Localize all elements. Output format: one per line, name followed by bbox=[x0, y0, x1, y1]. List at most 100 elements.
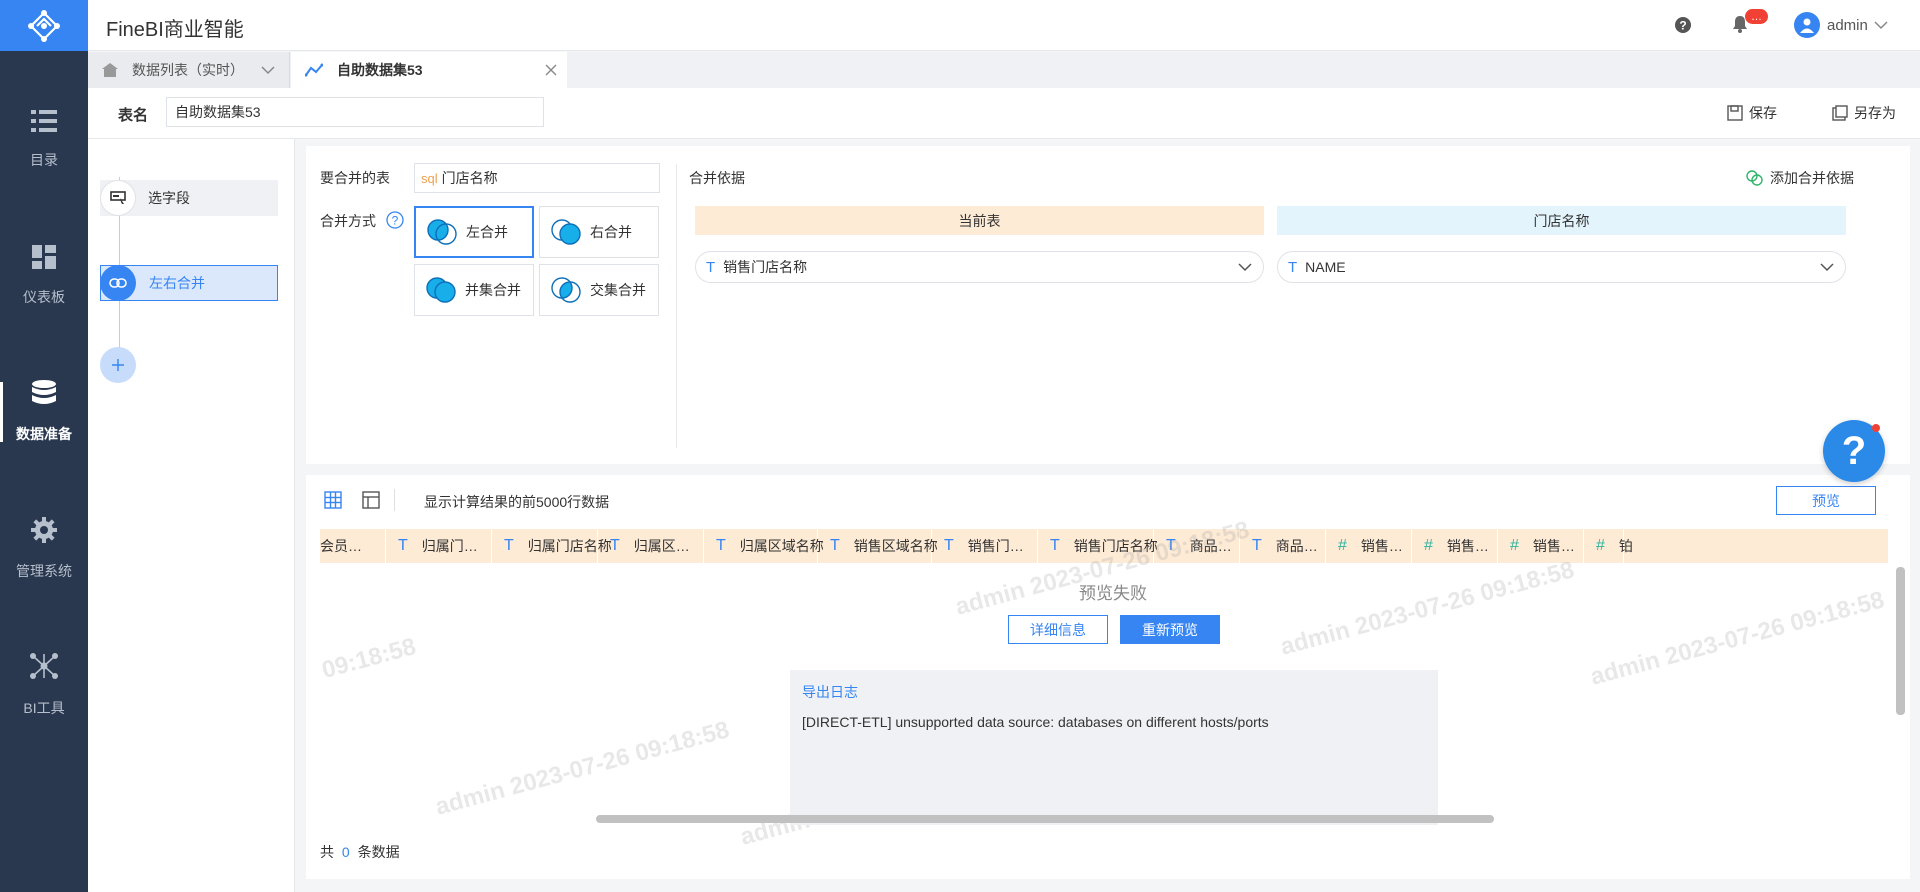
column-header[interactable]: T 商品… bbox=[1240, 529, 1326, 563]
mode-right-merge[interactable]: 右合并 bbox=[539, 206, 659, 258]
text-type-icon: T bbox=[1252, 537, 1262, 554]
merge-link-icon bbox=[100, 265, 136, 301]
layout-view-icon[interactable] bbox=[362, 491, 380, 513]
avatar[interactable] bbox=[1794, 12, 1820, 38]
column-header[interactable]: # 销售… bbox=[1326, 529, 1412, 563]
text-type-icon: T bbox=[398, 537, 408, 554]
merge-table-value: 门店名称 bbox=[441, 170, 498, 186]
detail-info-button[interactable]: 详细信息 bbox=[1008, 615, 1108, 644]
column-header[interactable]: T 归属区… bbox=[598, 529, 704, 563]
mode-intersect-merge[interactable]: 交集合并 bbox=[539, 264, 659, 316]
intersect-merge-icon bbox=[551, 277, 581, 303]
chevron-down-icon bbox=[1238, 263, 1252, 272]
tab-dataset[interactable]: 自助数据集53 bbox=[291, 52, 567, 88]
user-icon bbox=[1800, 18, 1814, 33]
other-field-select[interactable]: T NAME bbox=[1277, 251, 1846, 283]
column-header[interactable]: # 销售… bbox=[1498, 529, 1584, 563]
nav-label: BI工具 bbox=[23, 700, 65, 716]
vertical-scrollbar[interactable] bbox=[1896, 567, 1905, 715]
current-field-value: 销售门店名称 bbox=[723, 259, 808, 275]
link-circles-icon bbox=[1746, 170, 1763, 186]
column-name: 销售… bbox=[1360, 538, 1403, 554]
chevron-down-icon[interactable] bbox=[1874, 17, 1888, 34]
name-bar: 表名 保存 另存为 bbox=[88, 88, 1920, 139]
column-header[interactable]: T 销售区域名称 bbox=[818, 529, 938, 563]
number-type-icon: # bbox=[1510, 537, 1519, 554]
watermark: admin 2023-07-26 09:18:58 bbox=[432, 716, 733, 821]
username[interactable]: admin bbox=[1827, 17, 1868, 34]
mode-union-merge[interactable]: 并集合并 bbox=[414, 264, 534, 316]
current-table-header: 当前表 bbox=[695, 206, 1264, 235]
current-field-select[interactable]: T 销售门店名称 bbox=[695, 251, 1264, 283]
column-name: 销售… bbox=[1446, 538, 1489, 554]
select-fields-icon bbox=[100, 180, 136, 216]
save-as-label: 另存为 bbox=[1854, 105, 1896, 121]
merge-basis-label: 合并依据 bbox=[689, 170, 745, 186]
footer-prefix: 共 bbox=[320, 844, 334, 860]
preview-button[interactable]: 预览 bbox=[1776, 486, 1876, 515]
column-header[interactable]: # 铂 bbox=[1584, 529, 1633, 563]
sql-icon: sql bbox=[421, 170, 438, 186]
number-type-icon: # bbox=[1338, 537, 1347, 554]
step-label: 选字段 bbox=[148, 190, 190, 206]
nav-item-admin[interactable]: 管理系统 bbox=[0, 507, 88, 607]
mode-label: 交集合并 bbox=[590, 282, 646, 298]
column-header[interactable]: T 商品… bbox=[1154, 529, 1240, 563]
home-icon bbox=[102, 63, 118, 77]
nav-item-dashboard[interactable]: 仪表板 bbox=[0, 233, 88, 333]
column-header[interactable]: T 归属门… bbox=[386, 529, 492, 563]
question-icon[interactable]: ? bbox=[386, 211, 404, 233]
column-name: 销售门店名称 bbox=[1073, 538, 1158, 554]
save-as-button[interactable]: 另存为 bbox=[1832, 103, 1896, 123]
watermark: admin 2023-07-26 09:18:58 bbox=[1587, 586, 1888, 691]
column-header[interactable]: 会员… bbox=[320, 529, 386, 563]
finebi-logo[interactable] bbox=[0, 0, 88, 51]
horizontal-scrollbar[interactable] bbox=[596, 815, 1494, 823]
tab-data-list[interactable]: 数据列表（实时） bbox=[88, 52, 290, 88]
other-table-header: 门店名称 bbox=[1277, 206, 1846, 235]
column-header[interactable]: T 归属门店名称 bbox=[492, 529, 612, 563]
chevron-down-icon[interactable] bbox=[261, 65, 275, 75]
save-icon bbox=[1727, 105, 1743, 121]
preview-fail-text: 预览失败 bbox=[1079, 584, 1147, 603]
app-title: FineBI商业智能 bbox=[106, 19, 244, 41]
text-type-icon: T bbox=[1288, 258, 1298, 276]
table-name-label: 表名 bbox=[118, 107, 149, 124]
save-button[interactable]: 保存 bbox=[1727, 103, 1777, 123]
text-type-icon: T bbox=[504, 537, 514, 554]
text-type-icon: T bbox=[944, 537, 954, 554]
add-merge-basis-button[interactable]: 添加合并依据 bbox=[1746, 168, 1854, 188]
mode-label: 并集合并 bbox=[465, 282, 521, 298]
retry-preview-button[interactable]: 重新预览 bbox=[1120, 615, 1220, 644]
column-header[interactable]: # 销售… bbox=[1412, 529, 1498, 563]
column-header[interactable]: T 销售门店名称 bbox=[1038, 529, 1158, 563]
merge-config-panel: 要合并的表 sql 门店名称 合并方式 ? 左合并 右合并 并集合并 交集合并 … bbox=[306, 146, 1910, 464]
add-step-button[interactable] bbox=[100, 347, 136, 383]
column-name: 归属门… bbox=[421, 538, 478, 554]
column-header[interactable]: T 销售门… bbox=[932, 529, 1038, 563]
merge-table-field[interactable]: sql 门店名称 bbox=[414, 163, 660, 193]
nav-item-bi-tools[interactable]: BI工具 bbox=[0, 644, 88, 744]
column-name: 归属区… bbox=[633, 538, 690, 554]
svg-text:?: ? bbox=[392, 214, 399, 228]
column-header[interactable]: T 归属区域名称 bbox=[704, 529, 824, 563]
nav-label: 仪表板 bbox=[23, 289, 65, 305]
step-label: 左右合并 bbox=[149, 275, 205, 291]
left-merge-icon bbox=[427, 219, 457, 245]
nav-label: 数据准备 bbox=[16, 426, 72, 442]
divider bbox=[676, 164, 677, 448]
help-icon[interactable]: ? bbox=[1674, 16, 1692, 38]
export-log-title[interactable]: 导出日志 bbox=[802, 682, 1426, 702]
grid-view-icon[interactable] bbox=[324, 491, 342, 513]
column-name: 归属区域名称 bbox=[739, 538, 824, 554]
nav-item-data-prep[interactable]: 数据准备 bbox=[0, 370, 88, 470]
table-name-input[interactable] bbox=[166, 97, 544, 127]
nav-item-catalog[interactable]: 目录 bbox=[0, 96, 88, 196]
mode-left-merge[interactable]: 左合并 bbox=[414, 206, 534, 258]
column-header-row: 会员… T 归属门… T 归属门店名称 T 归属区… T 归属区域名称 T 销售区域名称 T 销售门… T… bbox=[320, 529, 1888, 563]
close-icon[interactable] bbox=[545, 64, 557, 76]
row-count-footer: 共 0 条数据 bbox=[320, 842, 400, 862]
add-merge-basis-label: 添加合并依据 bbox=[1770, 170, 1854, 186]
tab-label: 数据列表（实时） bbox=[132, 62, 244, 78]
sidebar: 目录 仪表板 数据准备 管理系统 BI工具 bbox=[0, 0, 88, 892]
